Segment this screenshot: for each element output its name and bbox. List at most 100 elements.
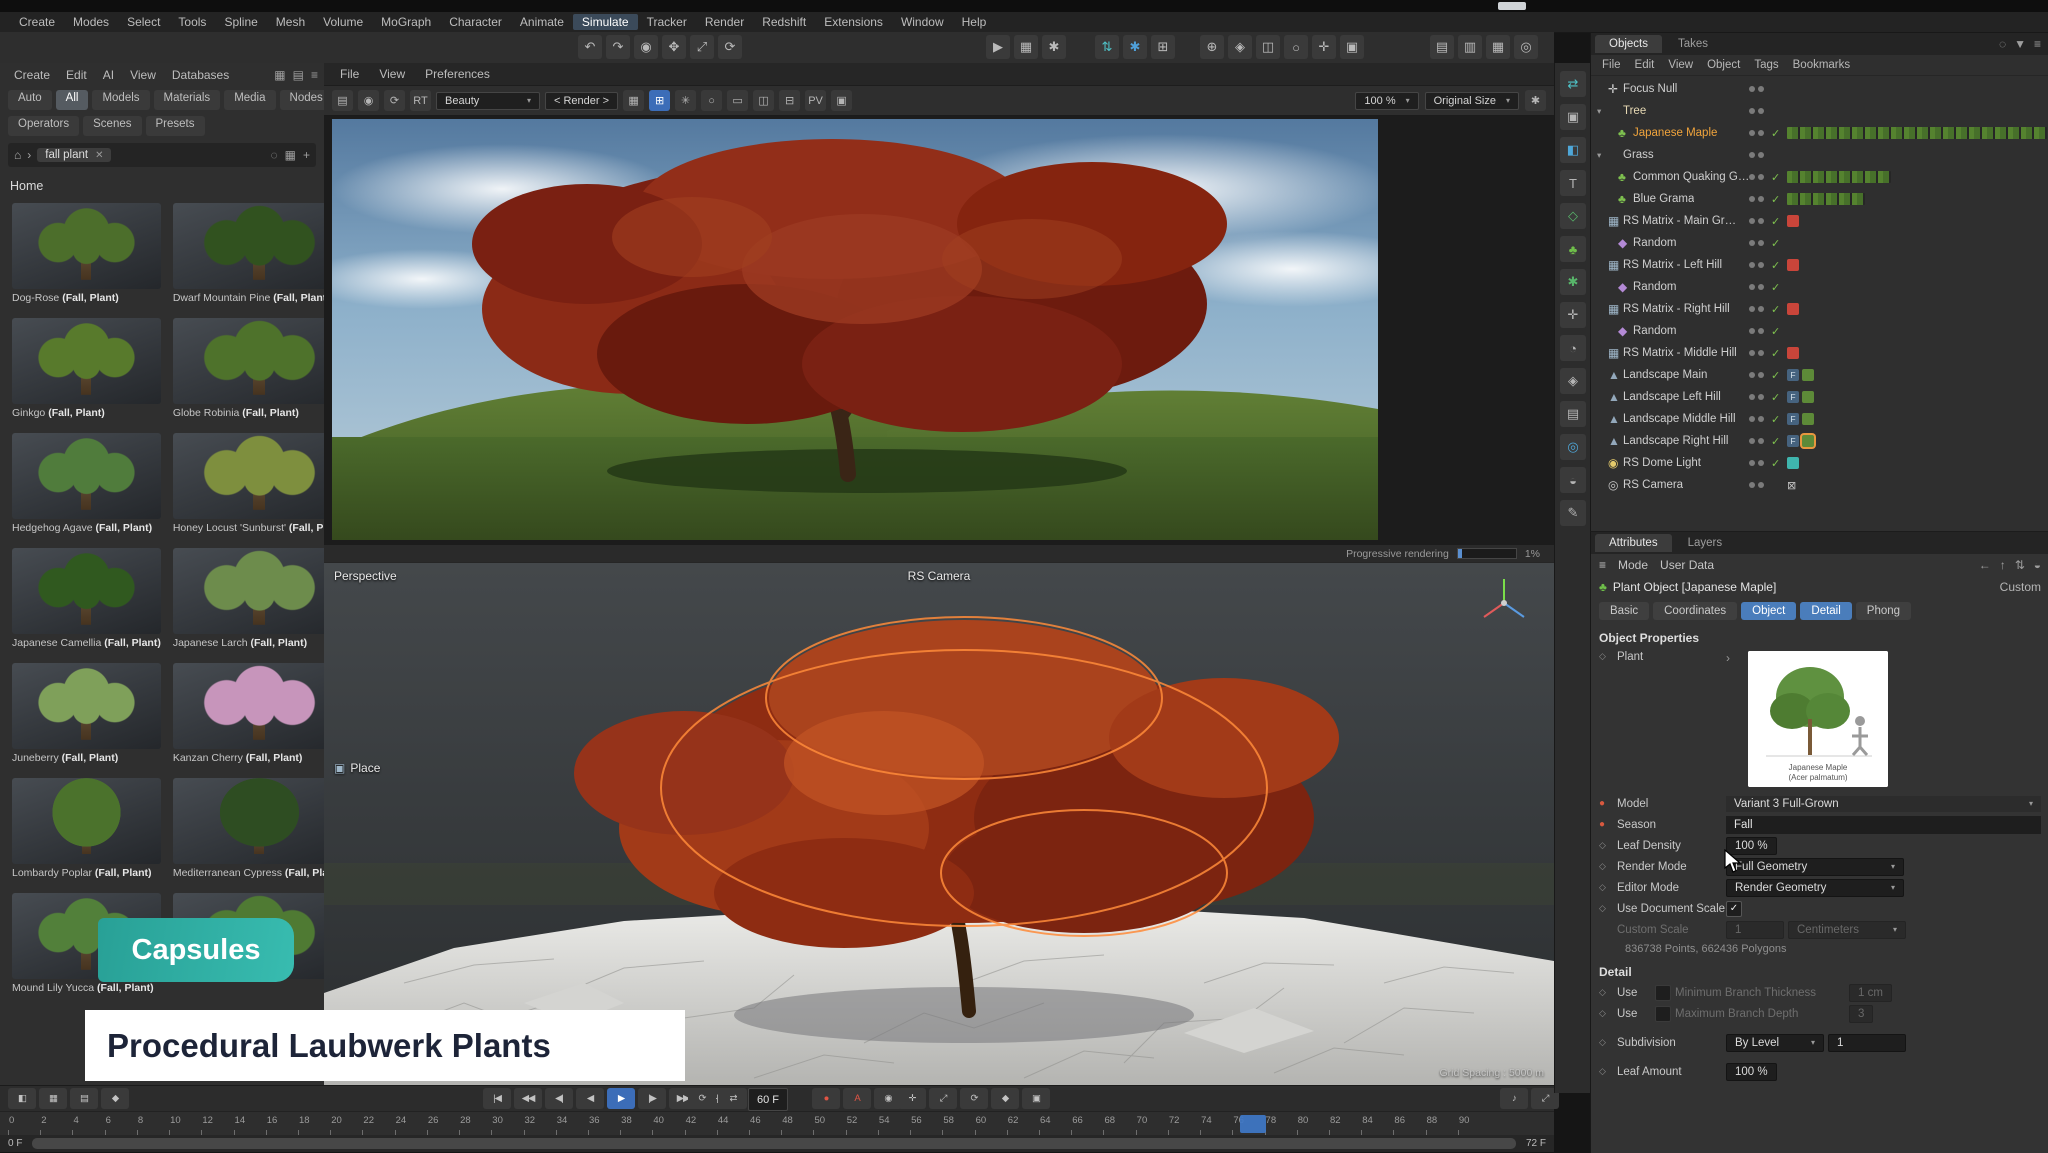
viewport-icon[interactable]: ◎: [1514, 35, 1538, 59]
asset-search-bar[interactable]: ⌂ › fall plant ✕ ◌▦+: [8, 143, 316, 167]
object-row[interactable]: ◆ Random ✓: [1591, 232, 2048, 254]
tiles-icon[interactable]: ▦: [623, 90, 644, 111]
menu-item[interactable]: Animate: [511, 14, 573, 30]
menu-item[interactable]: Modes: [64, 14, 118, 30]
object-row[interactable]: ▦ RS Matrix - Main Ground ✓: [1591, 210, 2048, 232]
crop-icon[interactable]: ▭: [727, 90, 748, 111]
object-label[interactable]: Landscape Right Hill: [1623, 435, 1728, 447]
object-label[interactable]: RS Matrix - Left Hill: [1623, 259, 1722, 271]
key-icon[interactable]: ◆: [101, 1088, 129, 1109]
material-tag-strip[interactable]: [1787, 171, 1891, 183]
param-dot[interactable]: ◇: [1599, 1037, 1613, 1048]
timeline-tick[interactable]: 38: [620, 1112, 652, 1136]
sound-icon[interactable]: ♪: [1500, 1088, 1528, 1109]
object-label[interactable]: RS Matrix - Middle Hill: [1623, 347, 1737, 359]
playhead[interactable]: [1240, 1115, 1266, 1133]
season-dropdown[interactable]: Fall: [1726, 816, 2041, 834]
plant-thumbnail[interactable]: [12, 318, 161, 404]
attribute-tab[interactable]: Coordinates: [1653, 602, 1737, 620]
param-dot[interactable]: ◇: [1599, 903, 1613, 914]
render-dropdown[interactable]: < Render >: [545, 92, 618, 110]
object-menu-item[interactable]: Bookmarks: [1786, 59, 1858, 71]
timeline-tick[interactable]: 30: [491, 1112, 523, 1136]
enabled-check-icon[interactable]: ✓: [1771, 435, 1780, 448]
next-frame-button[interactable]: |▶: [638, 1088, 666, 1109]
asset-item[interactable]: Juneberry (Fall, Plant): [10, 661, 163, 766]
object-row[interactable]: ◎ RS Camera ✓: [1591, 474, 2048, 496]
param-dot[interactable]: ◇: [1599, 987, 1613, 998]
menu-item[interactable]: Extensions: [815, 14, 892, 30]
enabled-check-icon[interactable]: ✓: [1771, 391, 1780, 404]
param-dot[interactable]: ◇: [1599, 651, 1613, 787]
object-row[interactable]: ▲ Landscape Right Hill ✓: [1591, 430, 2048, 452]
object-label[interactable]: RS Dome Light: [1623, 457, 1701, 469]
timeline-tick[interactable]: 46: [749, 1112, 781, 1136]
asset-item[interactable]: Lombardy Poplar (Fall, Plant): [10, 776, 163, 881]
mode-menu[interactable]: Mode: [1618, 558, 1648, 572]
object-row[interactable]: ▦ RS Matrix - Middle Hill ✓: [1591, 342, 2048, 364]
visibility-dots[interactable]: [1749, 240, 1764, 246]
timeline-ruler[interactable]: 0246810121416182022242628303234363840424…: [0, 1111, 1554, 1136]
enabled-check-icon[interactable]: ✓: [1771, 193, 1780, 206]
attribute-tab[interactable]: Basic: [1599, 602, 1649, 620]
record-position-icon[interactable]: ✛: [898, 1088, 926, 1109]
pv-icon[interactable]: PV: [805, 90, 826, 111]
compare-icon[interactable]: ◫: [753, 90, 774, 111]
minimize-icon[interactable]: ◧: [8, 1088, 36, 1109]
axis-mode-icon[interactable]: ✛: [1560, 302, 1586, 328]
param-dot[interactable]: ◇: [1599, 1066, 1613, 1077]
record-pla-icon[interactable]: ▣: [1022, 1088, 1050, 1109]
loop-icon[interactable]: ⟳: [688, 1088, 716, 1109]
mirror-icon[interactable]: ◫: [1256, 35, 1280, 59]
enabled-check-icon[interactable]: ✓: [1771, 303, 1780, 316]
visibility-dots[interactable]: [1749, 306, 1764, 312]
layout-a-icon[interactable]: ▤: [1430, 35, 1454, 59]
object-tag-icons[interactable]: [1787, 435, 1814, 447]
timeline-tick[interactable]: 32: [524, 1112, 556, 1136]
timeline-tick[interactable]: 2: [40, 1112, 72, 1136]
search-chip[interactable]: fall plant ✕: [37, 148, 111, 162]
perspective-viewport[interactable]: Perspective RS Camera ▣Place Grid Spacin…: [324, 563, 1554, 1085]
timeline-tick[interactable]: 66: [1071, 1112, 1103, 1136]
prev-key-button[interactable]: ◀◀: [514, 1088, 542, 1109]
visibility-dots[interactable]: [1749, 196, 1764, 202]
timeline-tick[interactable]: 50: [813, 1112, 845, 1136]
param-dot[interactable]: ◇: [1599, 882, 1613, 893]
scale-icon[interactable]: ⤢: [690, 35, 714, 59]
expand-arrow-icon[interactable]: ▾: [1597, 150, 1608, 161]
asset-menu-item[interactable]: Create: [6, 68, 58, 82]
compass-icon[interactable]: ◔: [1560, 335, 1586, 361]
search-icon[interactable]: ◌: [1999, 37, 2006, 51]
list-view-icon[interactable]: ▤: [293, 68, 304, 82]
asset-menu-item[interactable]: View: [122, 68, 164, 82]
visibility-dots[interactable]: [1749, 284, 1764, 290]
plant-thumbnail[interactable]: [173, 663, 346, 749]
burger-icon[interactable]: ≡: [1599, 558, 1606, 572]
film-icon[interactable]: ▦: [39, 1088, 67, 1109]
menu-item[interactable]: Render: [696, 14, 753, 30]
object-tag-icons[interactable]: [1787, 215, 1799, 227]
param-dot[interactable]: ◇: [1599, 861, 1613, 872]
plant-thumbnail[interactable]: [12, 203, 161, 289]
render-menu-item[interactable]: Preferences: [417, 67, 498, 81]
timeline-tick[interactable]: 36: [588, 1112, 620, 1136]
expand-arrow-icon[interactable]: ▾: [1597, 106, 1608, 117]
menu-item[interactable]: Mesh: [267, 14, 314, 30]
render-mode-dropdown[interactable]: Full Geometry▾: [1726, 858, 1904, 876]
timeline-tick[interactable]: 28: [459, 1112, 491, 1136]
render-pv-icon[interactable]: ▦: [1014, 35, 1038, 59]
layout-tab[interactable]: [1498, 2, 1526, 10]
workplane-icon[interactable]: ▣: [1340, 35, 1364, 59]
visibility-dots[interactable]: [1749, 174, 1764, 180]
axis-icon[interactable]: ✛: [1312, 35, 1336, 59]
panel-tab[interactable]: Objects: [1595, 35, 1662, 53]
timeline-tick[interactable]: 24: [395, 1112, 427, 1136]
object-row[interactable]: ✛ Focus Null ✓: [1591, 78, 2048, 100]
asset-item[interactable]: Japanese Camellia (Fall, Plant): [10, 546, 163, 651]
visibility-dots[interactable]: [1749, 86, 1764, 92]
timeline-tick[interactable]: 18: [298, 1112, 330, 1136]
autokey-button[interactable]: A: [843, 1088, 871, 1109]
timeline-tick[interactable]: 62: [1007, 1112, 1039, 1136]
timeline-tick[interactable]: 4: [72, 1112, 104, 1136]
object-label[interactable]: Landscape Main: [1623, 369, 1707, 381]
